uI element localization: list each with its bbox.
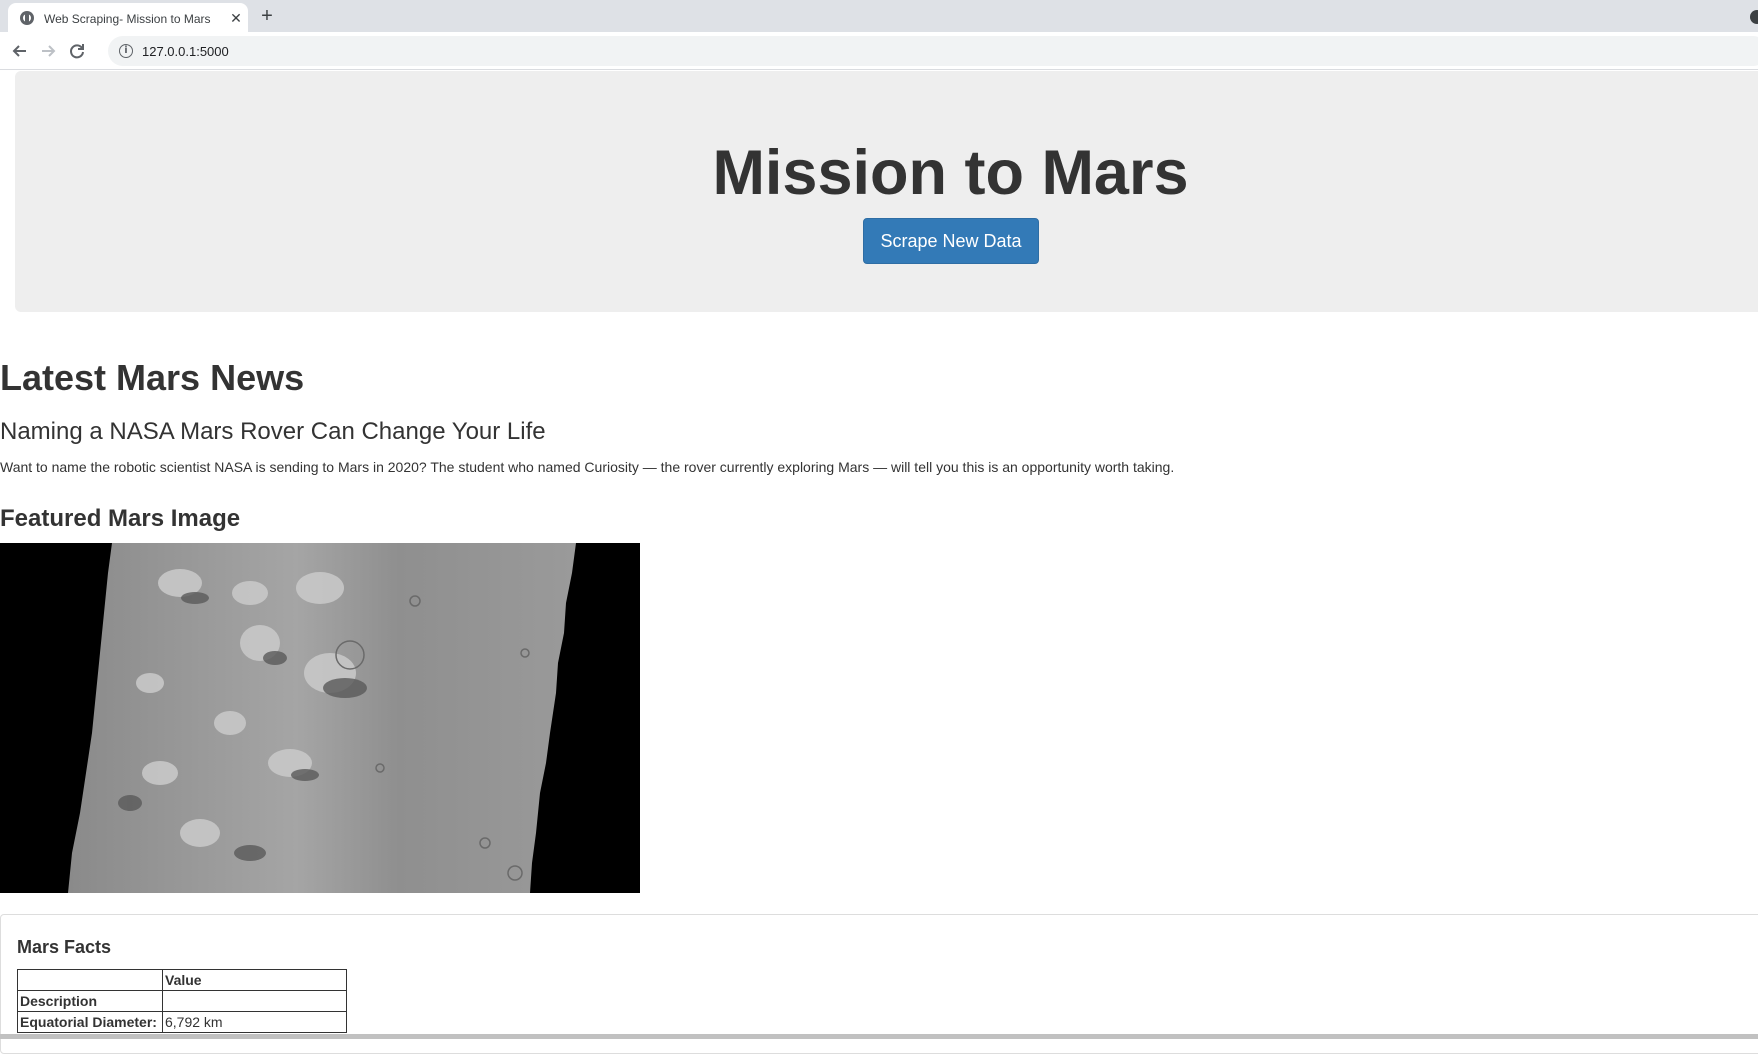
url-text[interactable]: 127.0.0.1:5000 <box>142 44 229 59</box>
table-header-cell: Value <box>162 969 347 991</box>
table-row: Description <box>17 990 347 1012</box>
news-heading: Latest Mars News <box>0 357 305 398</box>
globe-icon <box>20 11 34 25</box>
jumbotron: Mission to Mars Scrape New Data <box>15 71 1758 312</box>
mars-facts-table: Value Description Equatorial Diameter: 6… <box>17 969 347 1033</box>
featured-mars-image <box>0 543 640 893</box>
table-row: Equatorial Diameter: 6,792 km <box>17 1011 347 1033</box>
news-paragraph: Want to name the robotic scientist NASA … <box>0 459 1175 475</box>
browser-toolbar: i 127.0.0.1:5000 <box>0 32 1758 70</box>
table-cell: 6,792 km <box>162 1011 347 1033</box>
featured-image-heading: Featured Mars Image <box>0 505 241 532</box>
new-tab-button[interactable]: + <box>256 6 278 28</box>
browser-tab-strip: Web Scraping- Mission to Mars ✕ + <box>0 0 1758 32</box>
table-header-cell <box>17 969 163 991</box>
mars-facts-heading: Mars Facts <box>17 937 112 957</box>
close-tab-icon[interactable]: ✕ <box>227 9 245 27</box>
news-title: Naming a NASA Mars Rover Can Change Your… <box>0 418 546 445</box>
scrape-new-data-button[interactable]: Scrape New Data <box>863 218 1039 264</box>
mars-facts-panel: Mars Facts Value Description Equatorial … <box>0 914 1758 1054</box>
page-title: Mission to Mars <box>712 138 1189 208</box>
back-arrow-icon[interactable] <box>6 37 34 65</box>
table-cell <box>162 990 347 1012</box>
info-icon[interactable]: i <box>119 44 133 58</box>
profile-icon[interactable] <box>1750 10 1758 24</box>
browser-tab[interactable]: Web Scraping- Mission to Mars ✕ <box>8 3 248 32</box>
tab-title: Web Scraping- Mission to Mars <box>44 12 211 26</box>
reload-icon[interactable] <box>63 37 91 65</box>
address-bar[interactable]: i 127.0.0.1:5000 <box>108 36 1758 66</box>
table-row-label: Description <box>17 990 163 1012</box>
table-header-row: Value <box>17 969 347 991</box>
forward-arrow-icon[interactable] <box>34 37 62 65</box>
table-row-label: Equatorial Diameter: <box>17 1011 163 1033</box>
horizontal-scrollbar[interactable] <box>0 1034 1758 1039</box>
